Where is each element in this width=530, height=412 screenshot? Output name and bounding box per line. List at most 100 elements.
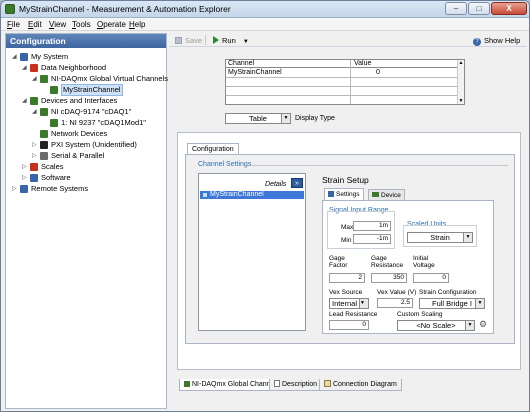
chevron-down-icon[interactable]: ▼ (475, 299, 484, 308)
min-input[interactable]: -1m (353, 234, 391, 244)
menu-bar: File Edit View Tools Operate Help (1, 18, 529, 31)
table-header: Channel Value (226, 60, 458, 68)
collapse-arrow-icon[interactable]: ▷ (22, 164, 28, 170)
details-expand-button[interactable]: » (291, 178, 303, 188)
channel-list[interactable]: Details » MyStrainChannel (198, 173, 306, 331)
tab-daqmx-global-channel[interactable]: NI-DAQmx Global Channel (179, 379, 282, 391)
tree-item[interactable]: ▷ Serial & Parallel (6, 151, 166, 161)
collapse-arrow-icon[interactable]: ▷ (12, 186, 18, 192)
display-type-select[interactable]: Table ▼ (225, 113, 291, 124)
configuration-panel: Configuration ◢ My System ◢ Data Neighborho… (5, 33, 168, 409)
save-label: Save (185, 36, 203, 45)
tree-item[interactable]: ▷ Scales (6, 162, 166, 172)
tab-description[interactable]: Description (269, 379, 323, 391)
table-scrollbar[interactable]: ▲ ▼ (457, 60, 464, 104)
chevron-down-icon[interactable]: ▼ (281, 114, 290, 123)
menu-view[interactable]: View (49, 20, 66, 29)
tree-item-label: Data Neighborhood (41, 63, 107, 72)
title-bar[interactable]: MyStrainChannel - Measurement & Automati… (1, 1, 529, 18)
settings-icon (328, 191, 334, 197)
daqmx-icon (184, 381, 190, 387)
tree-node-icon (40, 75, 48, 83)
toolbar-separator (205, 35, 206, 45)
show-help-button[interactable]: ? Show Help (473, 35, 520, 46)
tree-item-label: Network Devices (51, 129, 108, 138)
custom-scale-wizard-icon[interactable]: ⚙ (479, 319, 487, 330)
tree-item-label: MyStrainChannel (61, 84, 123, 96)
menu-help[interactable]: Help (129, 20, 145, 29)
tab-connection-diagram[interactable]: Connection Diagram (319, 379, 402, 391)
expand-arrow-icon[interactable]: ◢ (32, 109, 38, 115)
gage-factor-input[interactable]: 2 (329, 273, 365, 283)
gage-resistance-input[interactable]: 350 (371, 273, 407, 283)
lead-resistance-label: Lead Resistance (329, 311, 378, 318)
initial-voltage-input[interactable]: 0 (413, 273, 449, 283)
device-icon (372, 192, 379, 197)
tree-item[interactable]: ◢ Data Neighborhood (6, 63, 166, 73)
min-label: Min (341, 237, 352, 244)
maximize-button[interactable]: □ (468, 2, 490, 15)
tree-item[interactable]: ▷ Remote Systems (6, 184, 166, 194)
menu-file[interactable]: File (7, 20, 20, 29)
chevron-down-icon[interactable]: ▼ (359, 299, 368, 308)
scroll-up-icon[interactable]: ▲ (458, 60, 464, 66)
tree-node-icon (30, 163, 38, 171)
expand-arrow-icon[interactable]: ◢ (22, 98, 28, 104)
tree-item[interactable]: 1: NI 9237 "cDAQ1Mod1" (6, 118, 166, 128)
collapse-arrow-icon[interactable]: ▷ (32, 153, 38, 159)
row-divider (226, 86, 458, 87)
tree-item[interactable]: ◢ NI cDAQ-9174 "cDAQ1" (6, 107, 166, 117)
chevron-down-icon[interactable]: ▼ (463, 233, 472, 242)
row-divider (226, 95, 458, 96)
tree-item[interactable]: ▷ Software (6, 173, 166, 183)
minimize-button[interactable]: – (445, 2, 467, 15)
chevron-down-icon[interactable]: ▼ (465, 321, 474, 330)
menu-operate[interactable]: Operate (97, 20, 126, 29)
custom-scaling-select[interactable]: <No Scale> ▼ (397, 320, 475, 331)
document-icon (274, 380, 280, 387)
collapse-arrow-icon[interactable]: ▷ (22, 175, 28, 181)
tree-item-label: Serial & Parallel (51, 151, 105, 160)
tree-item[interactable]: MyStrainChannel (6, 84, 166, 96)
test-panel: Channel Value MyStrainChannel 0 ▲ ▼ Tabl… (177, 51, 521, 126)
tree-item[interactable]: ◢ Devices and Interfaces (6, 96, 166, 106)
tree-item-label: 1: NI 9237 "cDAQ1Mod1" (61, 118, 146, 127)
scroll-down-icon[interactable]: ▼ (458, 98, 464, 104)
vex-source-select[interactable]: Internal ▼ (329, 298, 369, 309)
scaled-units-select[interactable]: Strain ▼ (407, 232, 473, 243)
connection-diagram-icon (324, 380, 331, 387)
menu-edit[interactable]: Edit (28, 20, 42, 29)
collapse-arrow-icon[interactable]: ▷ (32, 142, 38, 148)
menu-tools[interactable]: Tools (72, 20, 91, 29)
strain-setup-title: Strain Setup (322, 175, 369, 185)
vex-source-label: Vex Source (329, 289, 363, 296)
table-cell-channel: MyStrainChannel (228, 69, 282, 76)
tree-item[interactable]: ▷ PXI System (Unidentified) (6, 140, 166, 150)
expand-arrow-icon[interactable]: ◢ (12, 54, 18, 60)
expand-arrow-icon[interactable]: ◢ (22, 65, 28, 71)
strain-channel-icon (203, 193, 207, 197)
lead-resistance-input[interactable]: 0 (329, 320, 369, 330)
save-button[interactable]: Save (175, 35, 202, 46)
vex-source-value: Internal (332, 299, 358, 308)
tree-item[interactable]: Network Devices (6, 129, 166, 139)
run-button[interactable]: Run ▼ (213, 35, 249, 46)
tree-item[interactable]: ◢ My System (6, 52, 166, 62)
tree-item[interactable]: ◢ NI-DAQmx Global Virtual Channels (6, 74, 168, 84)
tab-settings[interactable]: Settings (324, 188, 364, 200)
close-button[interactable]: X (491, 2, 527, 15)
custom-scaling-value: <No Scale> (416, 321, 456, 330)
initial-voltage-label: Initial Voltage (413, 255, 435, 269)
max-input[interactable]: 1m (353, 221, 391, 231)
tree-item-label: PXI System (Unidentified) (51, 140, 137, 149)
window-title: MyStrainChannel - Measurement & Automati… (19, 4, 231, 14)
tree-node-icon (40, 152, 48, 160)
tree-item-label: Scales (41, 162, 64, 171)
chevron-down-icon[interactable]: ▼ (243, 39, 249, 45)
strain-configuration-label: Strain Configuration (419, 289, 477, 296)
expand-arrow-icon[interactable]: ◢ (32, 76, 38, 82)
vex-value-input[interactable]: 2.5 (377, 298, 413, 308)
table-row[interactable]: MyStrainChannel 0 (226, 69, 458, 77)
strain-configuration-select[interactable]: Full Bridge I ▼ (419, 298, 485, 309)
list-item[interactable]: MyStrainChannel (200, 191, 304, 199)
